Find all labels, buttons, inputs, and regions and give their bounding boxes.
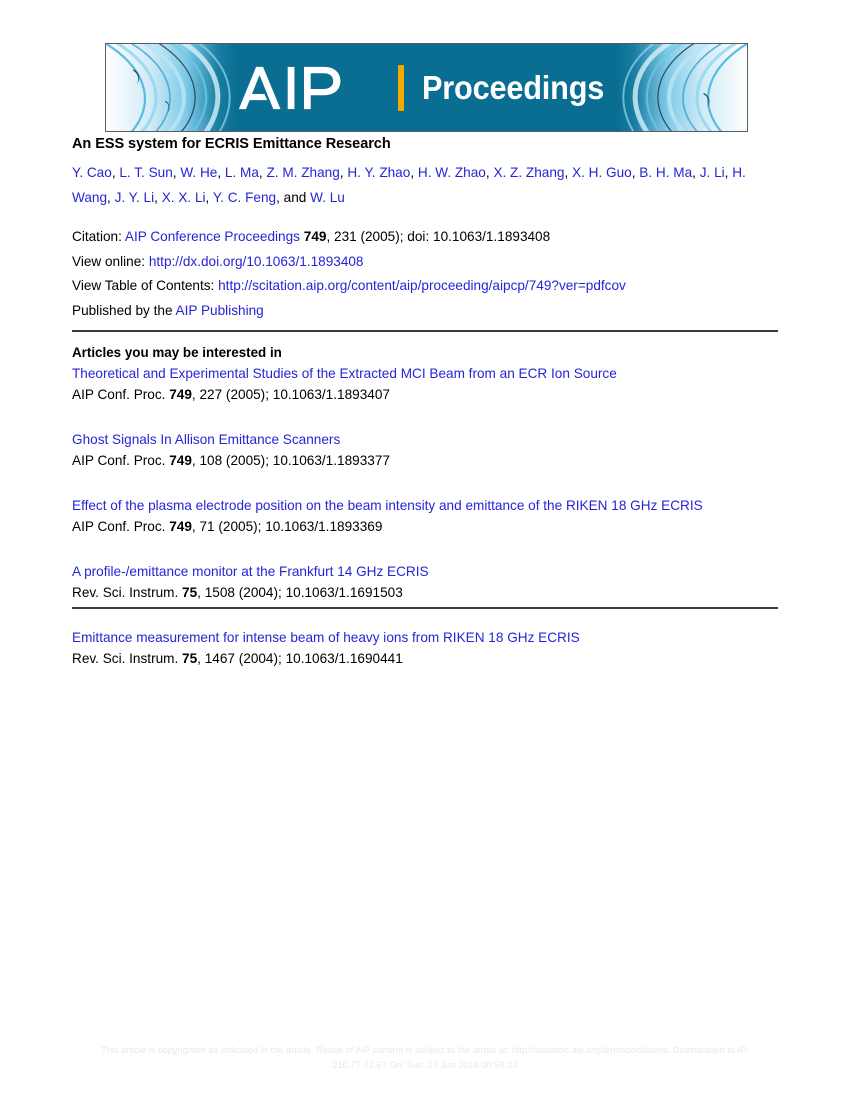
related-article-title-link[interactable]: A profile-/emittance monitor at the Fran…: [72, 561, 782, 582]
view-online-line: View online: http://dx.doi.org/10.1063/1…: [72, 250, 782, 275]
toc-label: View Table of Contents:: [72, 278, 219, 293]
publisher-link[interactable]: AIP Publishing: [176, 303, 264, 318]
related-article-reference: Rev. Sci. Instrum. 75, 1508 (2004); 10.1…: [72, 582, 782, 603]
related-article-title-link[interactable]: Ghost Signals In Allison Emittance Scann…: [72, 429, 782, 450]
related-article-volume: 749: [169, 387, 192, 402]
related-article-item: Theoretical and Experimental Studies of …: [72, 363, 782, 405]
author-link[interactable]: X. Z. Zhang: [493, 165, 564, 180]
author-link[interactable]: L. Ma: [225, 165, 259, 180]
related-article-reference: AIP Conf. Proc. 749, 71 (2005); 10.1063/…: [72, 516, 782, 537]
author-link[interactable]: Y. C. Feng: [213, 190, 276, 205]
page-title: An ESS system for ECRIS Emittance Resear…: [72, 136, 391, 152]
author-separator: ,: [410, 165, 418, 180]
related-article-source: Rev. Sci. Instrum.: [72, 651, 183, 666]
citation-block: Citation: AIP Conference Proceedings 749…: [72, 225, 782, 323]
related-article-volume: 75: [182, 651, 198, 666]
author-link[interactable]: W. He: [180, 165, 217, 180]
aip-proceedings-banner: Proceedings: [105, 43, 748, 132]
view-online-label: View online:: [72, 253, 149, 269]
related-article-pages-doi: , 1508 (2004); 10.1063/1.1691503: [197, 585, 403, 600]
related-article-volume: 75: [182, 585, 198, 600]
author-separator: ,: [692, 165, 700, 180]
author-link[interactable]: H. W. Zhao: [418, 165, 486, 180]
related-article-source: AIP Conf. Proc.: [72, 387, 170, 402]
aip-logo: [238, 66, 341, 109]
view-online-link[interactable]: http://dx.doi.org/10.1063/1.1893408: [149, 254, 364, 269]
related-articles-heading: Articles you may be interested in: [72, 345, 282, 360]
related-article-pages-doi: , 108 (2005); 10.1063/1.1893377: [191, 453, 390, 468]
author-link[interactable]: Y. Cao: [72, 165, 112, 180]
citation-volume: 749: [303, 229, 327, 244]
author-link[interactable]: W. Lu: [310, 190, 345, 205]
aip-logo-divider: [398, 64, 405, 111]
author-link[interactable]: J. Y. Li: [115, 190, 155, 205]
related-article-title-link[interactable]: Theoretical and Experimental Studies of …: [72, 363, 782, 384]
publisher-label: Published by the: [72, 302, 176, 318]
author-separator: ,: [217, 165, 225, 180]
related-articles-section: Articles you may be interested in Theore…: [72, 342, 782, 669]
related-article-volume: 749: [169, 519, 192, 534]
citation-rest: , 231 (2005); doi: 10.1063/1.1893408: [326, 229, 551, 244]
author-link[interactable]: L. T. Sun: [119, 165, 172, 180]
footer-terms-line: This article is copyrighted as indicated…: [101, 1045, 749, 1055]
author-separator: , and: [276, 190, 311, 205]
banner-product-name: Proceedings: [422, 69, 605, 106]
related-article-item: Effect of the plasma electrode position …: [72, 495, 782, 537]
author-separator: ,: [154, 190, 162, 205]
author-link[interactable]: X. X. Li: [162, 190, 206, 205]
citation-line: Citation: AIP Conference Proceedings 749…: [72, 225, 782, 250]
author-separator: ,: [107, 190, 115, 205]
related-article-reference: AIP Conf. Proc. 749, 108 (2005); 10.1063…: [72, 450, 782, 471]
related-article-title-link[interactable]: Emittance measurement for intense beam o…: [72, 627, 782, 648]
author-link[interactable]: Z. M. Zhang: [266, 165, 339, 180]
related-article-reference: AIP Conf. Proc. 749, 227 (2005); 10.1063…: [72, 384, 782, 405]
related-article-item: Emittance measurement for intense beam o…: [72, 627, 782, 669]
related-article-item: A profile-/emittance monitor at the Fran…: [72, 561, 782, 603]
related-article-pages-doi: , 227 (2005); 10.1063/1.1893407: [191, 387, 390, 402]
copyright-footer: This article is copyrighted as indicated…: [0, 1043, 850, 1073]
author-link[interactable]: J. Li: [700, 165, 725, 180]
related-article-volume: 749: [169, 453, 192, 468]
citation-label: Citation:: [72, 229, 125, 244]
related-article-title-link[interactable]: Effect of the plasma electrode position …: [72, 495, 782, 516]
related-article-pages-doi: , 71 (2005); 10.1063/1.1893369: [191, 519, 383, 534]
related-article-reference: Rev. Sci. Instrum. 75, 1467 (2004); 10.1…: [72, 648, 782, 669]
cover-page: Proceedings An ESS system for ECRIS Emit…: [0, 0, 850, 1100]
author-separator: ,: [564, 165, 573, 180]
related-article-source: AIP Conf. Proc.: [72, 453, 170, 468]
author-link[interactable]: H. Y. Zhao: [347, 165, 410, 180]
related-article-source: Rev. Sci. Instrum.: [72, 585, 183, 600]
author-list: Y. Cao, L. T. Sun, W. He, L. Ma, Z. M. Z…: [72, 160, 778, 210]
author-link[interactable]: B. H. Ma: [639, 165, 692, 180]
related-article-pages-doi: , 1467 (2004); 10.1063/1.1690441: [197, 651, 403, 666]
related-article-item: Ghost Signals In Allison Emittance Scann…: [72, 429, 782, 471]
author-link[interactable]: X. H. Guo: [572, 165, 632, 180]
citation-journal-link[interactable]: AIP Conference Proceedings: [125, 229, 300, 244]
footer-download-line: 210.77.72.67 On: Tue, 17 Jun 2014 00:59:…: [332, 1060, 518, 1070]
related-article-source: AIP Conf. Proc.: [72, 519, 170, 534]
toc-line: View Table of Contents: http://scitation…: [72, 274, 782, 299]
divider-top: [72, 330, 778, 332]
table-of-contents-link[interactable]: http://scitation.aip.org/content/aip/pro…: [218, 278, 626, 293]
publisher-line: Published by the AIP Publishing: [72, 299, 782, 324]
author-separator: ,: [205, 190, 213, 205]
